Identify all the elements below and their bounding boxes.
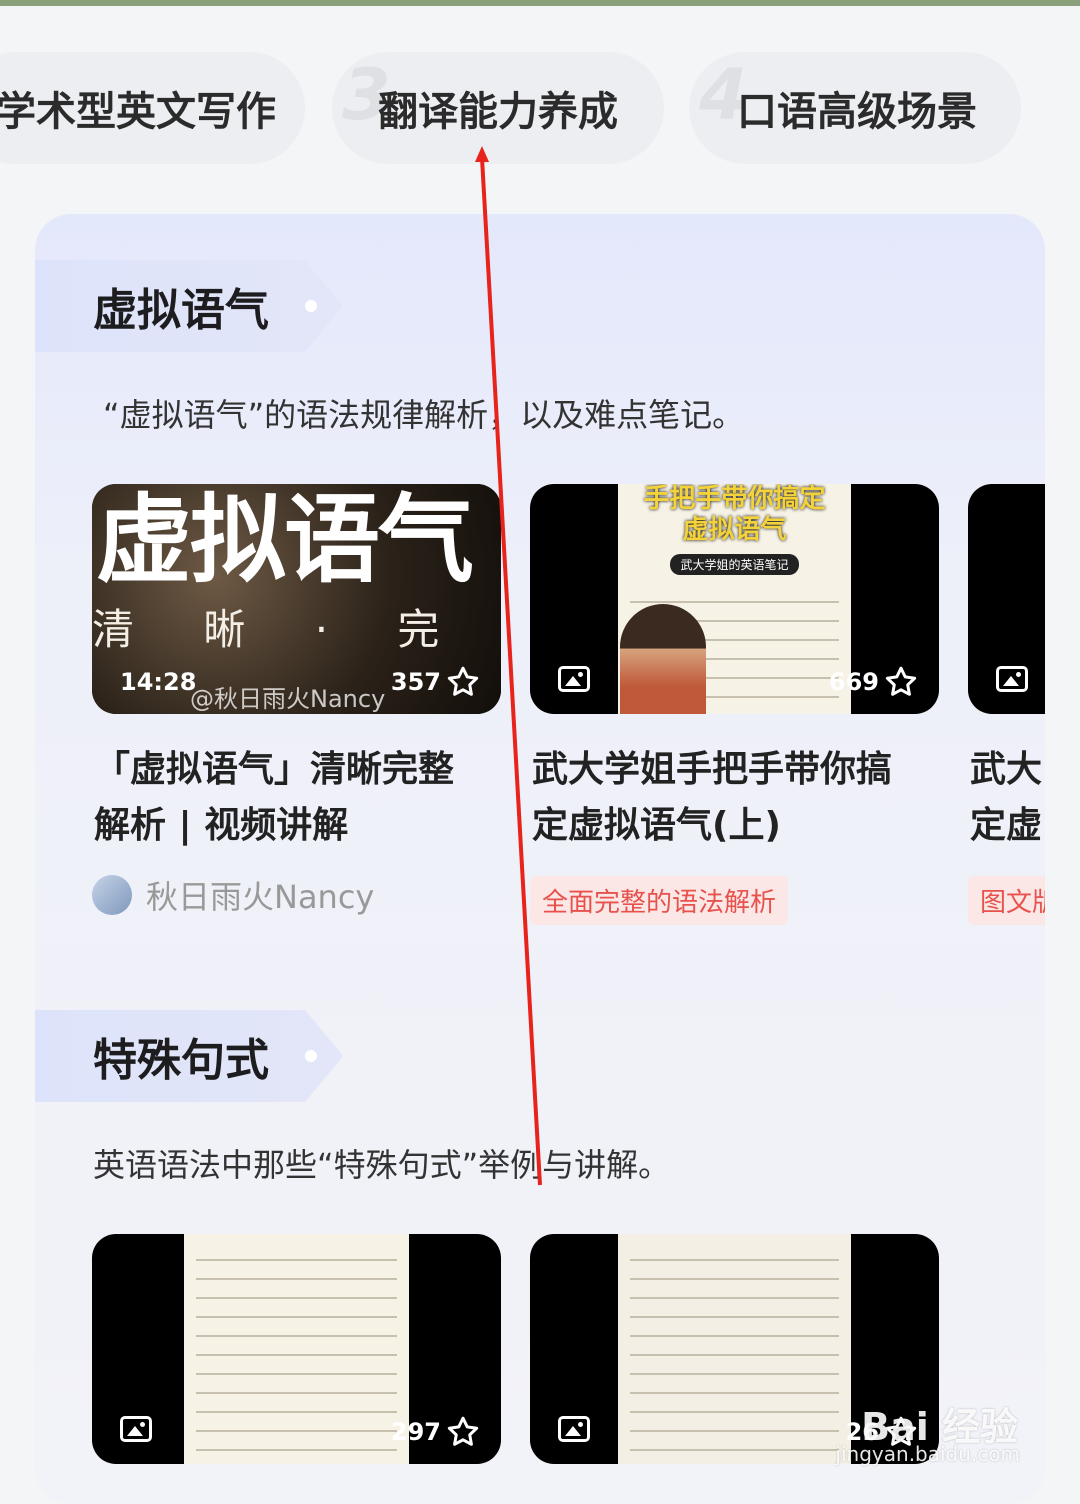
grammar-panel: 虚拟语气 “虚拟语气”的语法规律解析，以及难点笔记。 虚拟语气 清 晰 · 完 … bbox=[35, 214, 1045, 1504]
tab-academic-writing[interactable]: 学术型英文写作 bbox=[0, 52, 305, 164]
author-photo bbox=[620, 604, 706, 714]
section-title: 特殊句式 bbox=[93, 1035, 269, 1086]
image-icon bbox=[558, 666, 590, 692]
image-icon bbox=[558, 1416, 590, 1442]
baidu-watermark-url: jingyan.baidu.com bbox=[835, 1442, 1020, 1466]
section-header-subjunctive: 虚拟语气 bbox=[35, 260, 343, 352]
section-description: 英语语法中那些“特殊句式”举例与讲解。 bbox=[93, 1146, 671, 1184]
like-number: 669 bbox=[828, 668, 879, 696]
like-count[interactable]: 357 bbox=[391, 664, 481, 700]
like-count[interactable]: 297 bbox=[391, 1414, 481, 1450]
card-title-line: 武大学姐手把手带你搞 bbox=[532, 749, 893, 790]
note-card[interactable]: 手把手带你搞定 虚拟语气 武大学姐的英语笔记 669 武大学姐手把手带你搞 定虚… bbox=[530, 484, 939, 925]
like-number: 297 bbox=[390, 1418, 441, 1446]
card-tag: 图文版 bbox=[968, 876, 1045, 925]
like-number: 357 bbox=[390, 668, 441, 696]
image-icon bbox=[120, 1416, 152, 1442]
cover-image bbox=[618, 1234, 851, 1464]
tab-speaking[interactable]: 4 口语高级场景 bbox=[689, 52, 1021, 164]
card-title-line: 定虚 bbox=[970, 805, 1043, 846]
author-row[interactable]: 秋日雨火Nancy bbox=[92, 872, 501, 918]
tab-label: 学术型英文写作 bbox=[0, 89, 276, 135]
card-title-line: 解析 | 视频讲解 bbox=[94, 805, 349, 846]
tab-label: 翻译能力养成 bbox=[378, 89, 618, 135]
star-icon[interactable] bbox=[445, 1414, 481, 1450]
card-title[interactable]: 武大学姐手把手带你搞 定虚拟语气(上) bbox=[530, 742, 939, 854]
cover-title: 虚拟语气 bbox=[96, 484, 474, 596]
top-divider bbox=[0, 0, 1080, 6]
cover-badge: 武大学姐的英语笔记 bbox=[670, 554, 799, 575]
image-icon bbox=[996, 666, 1028, 692]
cover-header: 手把手带你搞定 虚拟语气 武大学姐的英语笔记 bbox=[620, 484, 849, 575]
cover-subtitle: 清 晰 · 完 整 解 析 bbox=[92, 605, 501, 654]
video-card[interactable]: 虚拟语气 清 晰 · 完 整 解 析 @秋日雨火Nancy 14:28 357 … bbox=[92, 484, 501, 918]
ribbon-dot bbox=[305, 1050, 317, 1062]
cover-title: 手把手带你搞定 bbox=[643, 484, 826, 514]
card-tag: 全面完整的语法解析 bbox=[530, 876, 789, 925]
video-thumbnail[interactable]: 虚拟语气 清 晰 · 完 整 解 析 @秋日雨火Nancy 14:28 357 bbox=[92, 484, 501, 714]
card-title-line: 「虚拟语气」清晰完整 bbox=[94, 749, 455, 790]
note-thumbnail[interactable]: 手把手带你搞定 虚拟语气 武大学姐的英语笔记 669 bbox=[530, 484, 939, 714]
cover-title: 虚拟语气 bbox=[682, 515, 787, 545]
category-tabs: 学术型英文写作 3 翻译能力养成 4 口语高级场景 bbox=[0, 52, 1080, 164]
note-card[interactable]: 297 bbox=[92, 1234, 501, 1464]
author-name: 秋日雨火Nancy bbox=[146, 878, 375, 916]
card-title[interactable]: 武大 定虚 bbox=[968, 742, 1045, 854]
ribbon-dot bbox=[305, 300, 317, 312]
star-icon[interactable] bbox=[883, 664, 919, 700]
note-card[interactable]: 武大 定虚 图文版 bbox=[968, 484, 1045, 925]
star-icon[interactable] bbox=[445, 664, 481, 700]
section-header-special-sentences: 特殊句式 bbox=[35, 1010, 343, 1102]
note-thumbnail[interactable]: 297 bbox=[92, 1234, 501, 1464]
cover-image bbox=[184, 1234, 409, 1464]
section-description: “虚拟语气”的语法规律解析，以及难点笔记。 bbox=[103, 396, 745, 434]
section-title: 虚拟语气 bbox=[93, 285, 269, 336]
card-title-line: 武大 bbox=[970, 749, 1043, 790]
like-count[interactable]: 669 bbox=[829, 664, 919, 700]
card-title[interactable]: 「虚拟语气」清晰完整 解析 | 视频讲解 bbox=[92, 742, 501, 854]
tab-label: 口语高级场景 bbox=[737, 89, 977, 135]
note-thumbnail[interactable] bbox=[968, 484, 1045, 714]
cover-watermark: @秋日雨火Nancy bbox=[190, 685, 386, 713]
avatar bbox=[92, 875, 132, 915]
tab-translation[interactable]: 3 翻译能力养成 bbox=[332, 52, 664, 164]
card-title-line: 定虚拟语气(上) bbox=[532, 805, 781, 846]
video-duration: 14:28 bbox=[120, 668, 197, 696]
